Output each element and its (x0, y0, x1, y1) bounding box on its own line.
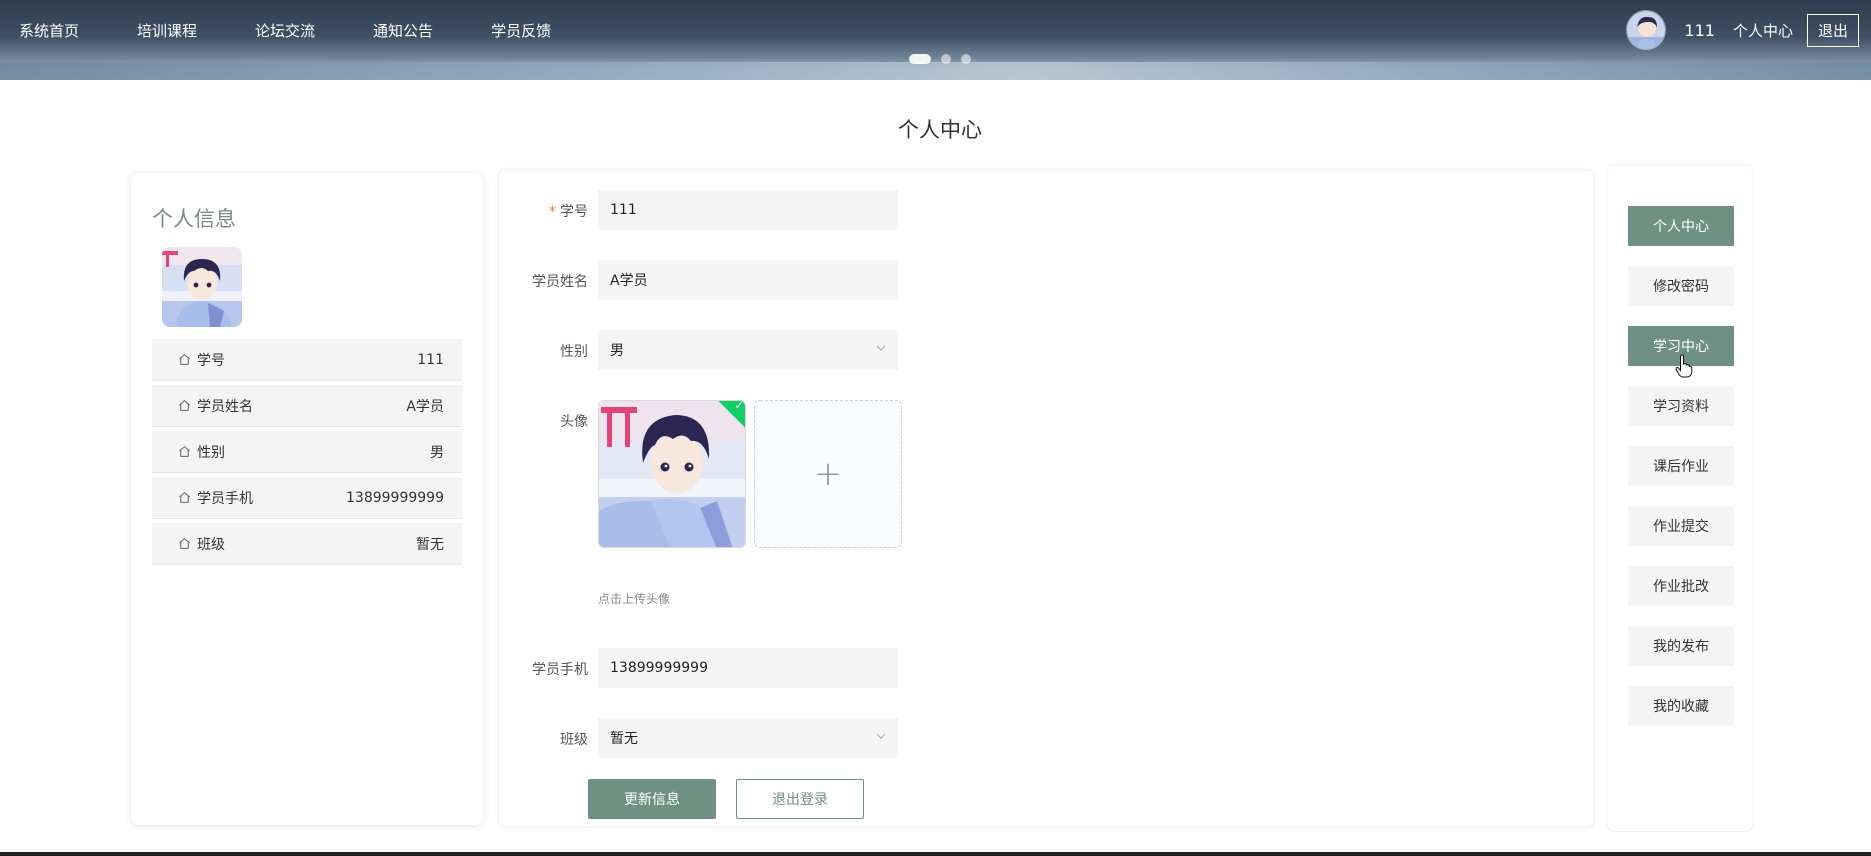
personal-info-list: 学号 111 学员姓名 A学员 性别 男 学员手机 13899999999 班级… (152, 339, 462, 569)
menu-change-password[interactable]: 修改密码 (1628, 266, 1734, 306)
info-row-name: 学员姓名 A学员 (152, 385, 462, 427)
student-id-label-text: 学号 (560, 204, 588, 220)
main-nav: 系统首页 培训课程 论坛交流 通知公告 学员反馈 (0, 0, 590, 60)
required-mark: * (549, 204, 556, 220)
personal-info-title: 个人信息 (152, 207, 236, 231)
info-row-student-id: 学号 111 (152, 339, 462, 381)
check-icon: ✓ (734, 400, 744, 412)
menu-homework-submit[interactable]: 作业提交 (1628, 506, 1734, 546)
menu-learning-materials[interactable]: 学习资料 (1628, 386, 1734, 426)
home-icon (179, 491, 190, 503)
student-id-label: * 学号 (498, 201, 588, 221)
name-input[interactable]: A学员 (598, 260, 898, 300)
info-label: 性别 (197, 444, 225, 461)
info-value: A学员 (406, 398, 444, 415)
carousel-dot[interactable] (909, 54, 931, 64)
home-icon (179, 537, 190, 549)
info-row-phone: 学员手机 13899999999 (152, 477, 462, 519)
hand-cursor-icon (1675, 354, 1693, 378)
carousel-dot[interactable] (941, 54, 951, 64)
menu-personal-center[interactable]: 个人中心 (1628, 206, 1734, 246)
profile-avatar (162, 247, 242, 327)
chevron-down-icon (876, 733, 886, 739)
info-row-gender: 性别 男 (152, 431, 462, 473)
info-value: 男 (430, 444, 444, 461)
user-menu-card: 个人中心 修改密码 学习中心 学习资料 课后作业 作业提交 作业批改 我的发布 … (1607, 164, 1753, 832)
info-label: 学员手机 (197, 490, 253, 507)
nav-feedback[interactable]: 学员反馈 (491, 20, 551, 41)
user-area: 111 个人中心 退出 (1626, 10, 1859, 50)
avatar-upload-button[interactable]: + (754, 400, 902, 548)
gender-label: 性别 (560, 344, 588, 360)
menu-homework-grading[interactable]: 作业批改 (1628, 566, 1734, 606)
avatar-upload-tip: 点击上传头像 (598, 592, 671, 606)
menu-my-posts[interactable]: 我的发布 (1628, 626, 1734, 666)
user-avatar[interactable] (1626, 10, 1667, 50)
update-info-button[interactable]: 更新信息 (588, 779, 716, 819)
info-label: 班级 (197, 536, 225, 553)
carousel-dot[interactable] (961, 54, 971, 64)
info-value: 暂无 (416, 536, 444, 553)
user-name: 111 (1684, 20, 1715, 40)
student-id-input[interactable]: 111 (598, 190, 898, 230)
class-select[interactable]: 暂无 (598, 718, 898, 758)
plus-icon: + (813, 454, 843, 494)
menu-homework[interactable]: 课后作业 (1628, 446, 1734, 486)
chevron-down-icon (876, 345, 886, 351)
carousel-indicators (909, 54, 971, 64)
logout-button[interactable]: 退出 (1806, 13, 1859, 47)
info-label: 学员姓名 (197, 398, 253, 415)
nav-notices[interactable]: 通知公告 (373, 20, 433, 41)
home-icon (179, 399, 190, 411)
class-select-value: 暂无 (610, 731, 638, 747)
bottom-border (0, 852, 1871, 856)
info-value: 13899999999 (346, 489, 444, 506)
uploaded-avatar[interactable]: ✓ (598, 400, 746, 548)
phone-input[interactable]: 13899999999 (598, 648, 898, 688)
class-label: 班级 (560, 732, 588, 748)
avatar-label: 头像 (560, 414, 588, 430)
personal-info-card: 个人信息 学号 111 学员姓名 A学员 性别 男 学员手机 138999999… (131, 173, 483, 825)
nav-home[interactable]: 系统首页 (19, 20, 79, 41)
menu-my-favorites[interactable]: 我的收藏 (1628, 686, 1734, 726)
nav-forum[interactable]: 论坛交流 (255, 20, 315, 41)
home-icon (179, 445, 190, 457)
page-title: 个人中心 (898, 118, 982, 142)
user-center-link[interactable]: 个人中心 (1733, 20, 1793, 41)
logout-account-button[interactable]: 退出登录 (736, 779, 864, 819)
name-label: 学员姓名 (532, 274, 588, 290)
info-row-class: 班级 暂无 (152, 523, 462, 565)
gender-select[interactable]: 男 (598, 330, 898, 370)
info-value: 111 (417, 351, 444, 368)
home-icon (179, 353, 190, 365)
gender-select-value: 男 (610, 343, 624, 359)
info-label: 学号 (197, 352, 225, 369)
phone-label: 学员手机 (532, 662, 588, 678)
nav-courses[interactable]: 培训课程 (137, 20, 197, 41)
